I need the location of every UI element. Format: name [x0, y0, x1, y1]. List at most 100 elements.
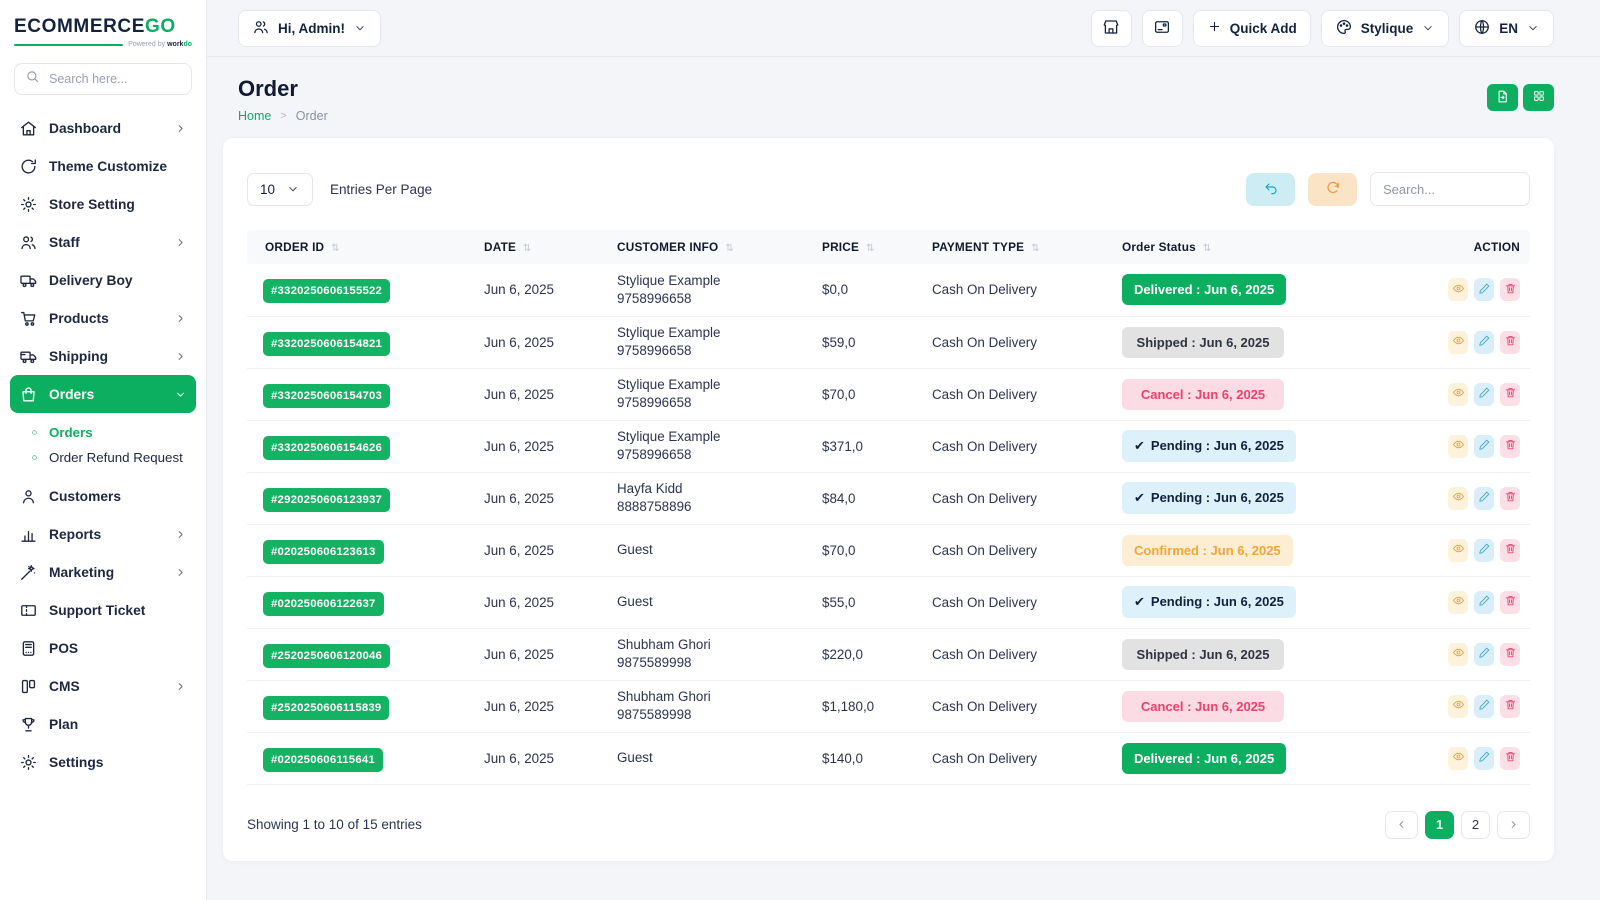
sidebar-item-delivery-boy[interactable]: Delivery Boy — [10, 261, 196, 299]
order-id-badge[interactable]: #2920250606123937 — [263, 488, 390, 512]
table-row: #3320250606154821Jun 6, 2025Stylique Exa… — [247, 316, 1530, 368]
sidebar-item-store-setting[interactable]: Store Setting — [10, 185, 196, 223]
theme-select-button[interactable]: Stylique — [1321, 10, 1450, 47]
edit-order-button[interactable] — [1474, 747, 1494, 770]
delete-order-button[interactable] — [1500, 591, 1520, 614]
order-status-badge[interactable]: ✔Pending : Jun 6, 2025 — [1122, 482, 1296, 514]
sidebar-item-support-ticket[interactable]: Support Ticket — [10, 591, 196, 629]
order-id-badge[interactable]: #2520250606115839 — [263, 696, 389, 720]
breadcrumb-home-link[interactable]: Home — [238, 109, 271, 123]
order-id-badge[interactable]: #3320250606154821 — [263, 332, 390, 356]
edit-order-button[interactable] — [1474, 331, 1494, 354]
edit-order-button[interactable] — [1474, 695, 1494, 718]
order-id-badge[interactable]: #3320250606155522 — [263, 279, 390, 303]
table-search-input[interactable] — [1370, 172, 1530, 206]
order-id-badge[interactable]: #3320250606154626 — [263, 436, 390, 460]
prev-page-button[interactable] — [1385, 811, 1418, 839]
delete-order-button[interactable] — [1500, 539, 1520, 562]
view-order-button[interactable] — [1448, 643, 1468, 666]
language-select-button[interactable]: EN — [1459, 10, 1554, 47]
app-root: ECOMMERCEGO Powered by workdo DashboardT… — [0, 0, 1600, 900]
chevron-down-icon — [286, 182, 300, 196]
delete-order-button[interactable] — [1500, 331, 1520, 354]
sidebar-item-theme-customize[interactable]: Theme Customize — [10, 147, 196, 185]
edit-order-button[interactable] — [1474, 643, 1494, 666]
delete-order-button[interactable] — [1500, 383, 1520, 406]
sidebar-item-dashboard[interactable]: Dashboard — [10, 109, 196, 147]
order-id-badge[interactable]: #020250606123613 — [263, 540, 384, 564]
sidebar-subitem-order-refund-request[interactable]: Order Refund Request — [22, 445, 196, 470]
undo-button[interactable] — [1246, 173, 1295, 206]
view-order-button[interactable] — [1448, 591, 1468, 614]
column-header-order-status[interactable]: Order Status⇅ — [1112, 230, 1438, 264]
order-status-badge[interactable]: Cancel : Jun 6, 2025 — [1122, 691, 1284, 722]
edit-order-button[interactable] — [1474, 591, 1494, 614]
order-status-badge[interactable]: Shipped : Jun 6, 2025 — [1122, 327, 1284, 358]
column-header-price[interactable]: PRICE⇅ — [812, 230, 922, 264]
order-status-badge[interactable]: Delivered : Jun 6, 2025 — [1122, 743, 1286, 774]
export-button[interactable] — [1487, 84, 1518, 111]
order-id-badge[interactable]: #2520250606120046 — [263, 644, 390, 668]
sidebar-search-input[interactable] — [47, 71, 181, 87]
order-status-badge[interactable]: Shipped : Jun 6, 2025 — [1122, 639, 1284, 670]
order-id-badge[interactable]: #3320250606154703 — [263, 384, 390, 408]
view-order-button[interactable] — [1448, 695, 1468, 718]
storefront-button[interactable] — [1091, 10, 1132, 47]
delete-order-button[interactable] — [1500, 487, 1520, 510]
edit-order-button[interactable] — [1474, 539, 1494, 562]
sidebar-item-label: Support Ticket — [49, 603, 187, 618]
order-status-badge[interactable]: ✔Pending : Jun 6, 2025 — [1122, 430, 1296, 462]
grid-view-button[interactable] — [1523, 84, 1554, 111]
admin-menu-button[interactable]: Hi, Admin! — [238, 10, 381, 47]
order-status-badge[interactable]: Delivered : Jun 6, 2025 — [1122, 274, 1286, 305]
sidebar-item-customers[interactable]: Customers — [10, 477, 196, 515]
sidebar-subitem-orders[interactable]: Orders — [22, 420, 196, 445]
order-status-badge[interactable]: Confirmed : Jun 6, 2025 — [1122, 535, 1293, 566]
order-price: $70,0 — [812, 524, 922, 576]
edit-order-button[interactable] — [1474, 278, 1494, 301]
order-id-badge[interactable]: #020250606122637 — [263, 592, 384, 616]
delete-order-button[interactable] — [1500, 278, 1520, 301]
view-order-button[interactable] — [1448, 435, 1468, 458]
column-header-payment-type[interactable]: PAYMENT TYPE⇅ — [922, 230, 1112, 264]
sidebar-item-marketing[interactable]: Marketing — [10, 553, 196, 591]
view-order-button[interactable] — [1448, 331, 1468, 354]
customer-phone: 9758996658 — [617, 290, 802, 308]
delete-order-button[interactable] — [1500, 695, 1520, 718]
edit-order-button[interactable] — [1474, 435, 1494, 458]
sidebar-item-shipping[interactable]: Shipping — [10, 337, 196, 375]
edit-order-button[interactable] — [1474, 487, 1494, 510]
sidebar-item-staff[interactable]: Staff — [10, 223, 196, 261]
order-status-badge[interactable]: Cancel : Jun 6, 2025 — [1122, 379, 1284, 410]
delete-order-button[interactable] — [1500, 747, 1520, 770]
view-order-button[interactable] — [1448, 383, 1468, 406]
sidebar-item-cms[interactable]: CMS — [10, 667, 196, 705]
file-export-icon — [1495, 89, 1510, 107]
edit-order-button[interactable] — [1474, 383, 1494, 406]
delete-order-button[interactable] — [1500, 643, 1520, 666]
page-button-1[interactable]: 1 — [1425, 811, 1454, 839]
view-order-button[interactable] — [1448, 278, 1468, 301]
column-header-order-id[interactable]: ORDER ID⇅ — [247, 230, 474, 264]
card-button[interactable] — [1142, 10, 1183, 47]
sidebar-item-reports[interactable]: Reports — [10, 515, 196, 553]
sidebar-item-plan[interactable]: Plan — [10, 705, 196, 743]
sidebar-item-pos[interactable]: POS — [10, 629, 196, 667]
sidebar-item-settings[interactable]: Settings — [10, 743, 196, 781]
page-button-2[interactable]: 2 — [1461, 811, 1490, 839]
next-page-button[interactable] — [1497, 811, 1530, 839]
column-header-customer-info[interactable]: CUSTOMER INFO⇅ — [607, 230, 812, 264]
delete-order-button[interactable] — [1500, 435, 1520, 458]
sidebar-item-orders[interactable]: Orders — [10, 375, 196, 413]
view-order-button[interactable] — [1448, 747, 1468, 770]
entries-per-page-select[interactable]: 10 — [247, 173, 313, 206]
refresh-button[interactable] — [1308, 173, 1357, 206]
order-id-badge[interactable]: #020250606115641 — [263, 748, 383, 772]
quick-add-button[interactable]: Quick Add — [1193, 10, 1311, 47]
sidebar-item-products[interactable]: Products — [10, 299, 196, 337]
column-header-date[interactable]: DATE⇅ — [474, 230, 607, 264]
order-status-badge[interactable]: ✔Pending : Jun 6, 2025 — [1122, 586, 1296, 618]
view-order-button[interactable] — [1448, 539, 1468, 562]
view-order-button[interactable] — [1448, 487, 1468, 510]
customer-name: Guest — [617, 749, 802, 767]
